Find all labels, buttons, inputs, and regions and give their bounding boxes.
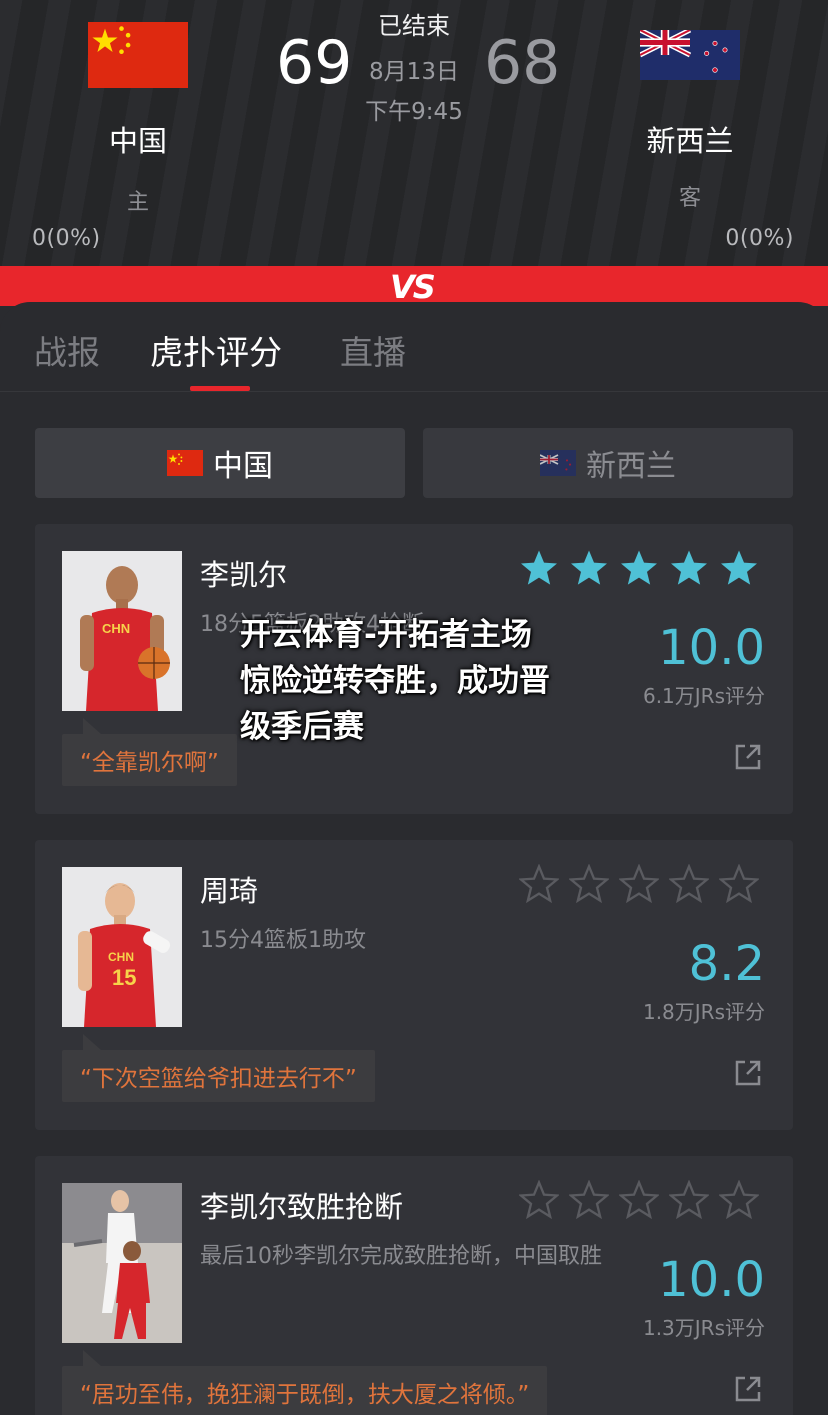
star-outline-icon[interactable] [519,1180,559,1220]
star-outline-icon[interactable] [519,864,559,904]
star-outline-icon[interactable] [619,1180,659,1220]
team-switch-home-label: 中国 [213,449,273,484]
player-name: 周琦 [200,874,259,908]
china-flag-icon [167,450,203,476]
tab-bar: 战报 虎扑评分 直播 [0,302,828,392]
top-comment[interactable]: “下次空篮给爷扣进去行不” [62,1050,375,1102]
star-outline-icon[interactable] [669,864,709,904]
overlay-headline: 开云体育-开拓者主场 惊险逆转夺胜，成功晋 级季后赛 [240,612,610,750]
star-outline-icon[interactable] [719,864,759,904]
rating-votes: 6.1万JRs评分 [642,684,765,708]
match-time: 下午9:45 [365,99,463,125]
tab-hupu-rating[interactable]: 虎扑评分 [150,326,282,374]
ratings-panel: 战报 虎扑评分 直播 中国 新西兰 CHN 李凯尔 18分5篮板2助攻4抢断 1… [0,302,828,1415]
home-support-percent: 0(0%) [32,226,101,251]
svg-text:CHN: CHN [102,621,130,636]
active-tab-indicator [190,386,250,391]
match-status: 已结束 [378,12,450,40]
star-filled-icon[interactable] [719,548,759,588]
overlay-line: 级季后赛 [240,709,364,745]
overlay-line: 开云体育-开拓者主场 [240,617,532,653]
rating-score: 10.0 [658,620,765,676]
star-rating[interactable] [519,864,759,904]
star-outline-icon[interactable] [719,1180,759,1220]
match-date: 8月13日 [369,59,459,85]
home-team-role: 主 [126,190,149,215]
play-title: 李凯尔致胜抢断 [200,1190,404,1224]
rating-votes: 1.8万JRs评分 [642,1000,765,1024]
top-comment[interactable]: “全靠凯尔啊” [62,734,237,786]
share-icon[interactable] [733,1058,763,1088]
top-comment[interactable]: “居功至伟，挽狂澜于既倒，扶大厦之将倾。” [62,1366,548,1415]
new-zealand-flag-icon [540,450,576,476]
player-name: 李凯尔 [200,558,288,592]
team-switch-away[interactable]: 新西兰 [423,428,793,498]
star-outline-icon[interactable] [569,1180,609,1220]
star-filled-icon[interactable] [519,548,559,588]
player-photo: CHN [62,551,182,711]
play-photo [62,1183,182,1343]
away-team-role: 客 [678,186,701,211]
rating-score: 10.0 [658,1252,765,1308]
rating-card[interactable]: 李凯尔致胜抢断 最后10秒李凯尔完成致胜抢断，中国取胜 10.0 1.3万JRs… [35,1156,793,1415]
play-description: 最后10秒李凯尔完成致胜抢断，中国取胜 [200,1244,602,1269]
player-stats: 15分4篮板1助攻 [200,928,366,953]
svg-text:15: 15 [112,965,136,990]
tab-report[interactable]: 战报 [34,326,100,374]
star-filled-icon[interactable] [569,548,609,588]
star-outline-icon[interactable] [669,1180,709,1220]
star-rating[interactable] [519,1180,759,1220]
away-support-percent: 0(0%) [725,226,794,251]
star-filled-icon[interactable] [669,548,709,588]
team-switch-away-label: 新西兰 [586,449,676,484]
share-icon[interactable] [733,742,763,772]
vs-label: VS [390,268,436,306]
rating-votes: 1.3万JRs评分 [642,1316,765,1340]
svg-text:CHN: CHN [108,950,134,964]
tab-live[interactable]: 直播 [340,326,406,374]
share-icon[interactable] [733,1374,763,1404]
rating-score: 8.2 [688,936,765,992]
star-outline-icon[interactable] [619,864,659,904]
team-switch-home[interactable]: 中国 [35,428,405,498]
star-rating[interactable] [519,548,759,588]
overlay-line: 惊险逆转夺胜，成功晋 [240,663,550,699]
match-header: 中国 主 新西兰 客 已结束 69 68 8月13日 下午9:45 0(0%) … [0,0,828,268]
rating-card[interactable]: CHN 15 周琦 15分4篮板1助攻 8.2 1.8万JRs评分 “下次空篮给… [35,840,793,1130]
star-filled-icon[interactable] [619,548,659,588]
player-photo: CHN 15 [62,867,182,1027]
star-outline-icon[interactable] [569,864,609,904]
